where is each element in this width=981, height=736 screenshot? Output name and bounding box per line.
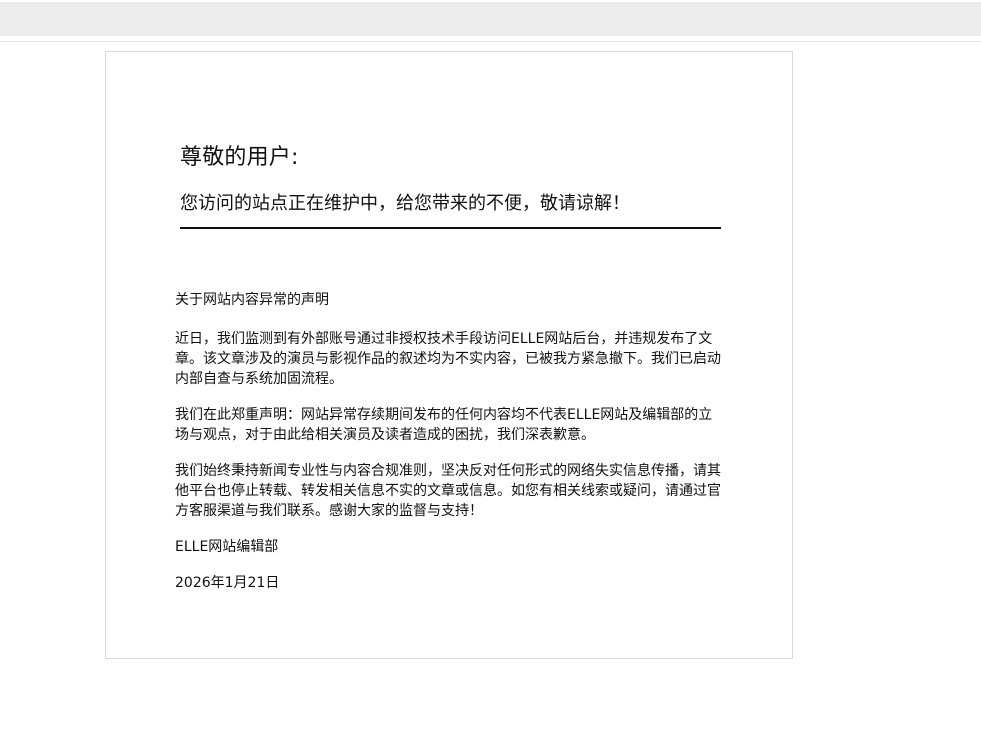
maintenance-card: 尊敬的用户: 您访问的站点正在维护中，给您带来的不便，敬请谅解！ 关于网站内容异… — [105, 51, 793, 659]
greeting-heading: 尊敬的用户: — [180, 145, 299, 170]
statement-paragraph-1: 近日，我们监测到有外部账号通过非授权技术手段访问ELLE网站后台，并违规发布了文… — [175, 331, 721, 387]
statement-date: 2026年1月21日 — [175, 575, 280, 591]
statement-title: 关于网站内容异常的声明 — [175, 292, 329, 308]
maintenance-notice: 您访问的站点正在维护中，给您带来的不便，敬请谅解！ — [180, 193, 630, 214]
browser-top-bar — [0, 2, 981, 36]
statement-section: 关于网站内容异常的声明 近日，我们监测到有外部账号通过非授权技术手段访问ELLE… — [175, 290, 725, 609]
header-divider — [0, 41, 981, 42]
statement-paragraph-3: 我们始终秉持新闻专业性与内容合规准则，坚决反对任何形式的网络失实信息传播，请其他… — [175, 463, 721, 519]
statement-signature: ELLE网站编辑部 — [175, 539, 279, 555]
statement-paragraph-2: 我们在此郑重声明：网站异常存续期间发布的任何内容均不代表ELLE网站及编辑部的立… — [175, 407, 713, 443]
notice-underline — [180, 227, 721, 229]
